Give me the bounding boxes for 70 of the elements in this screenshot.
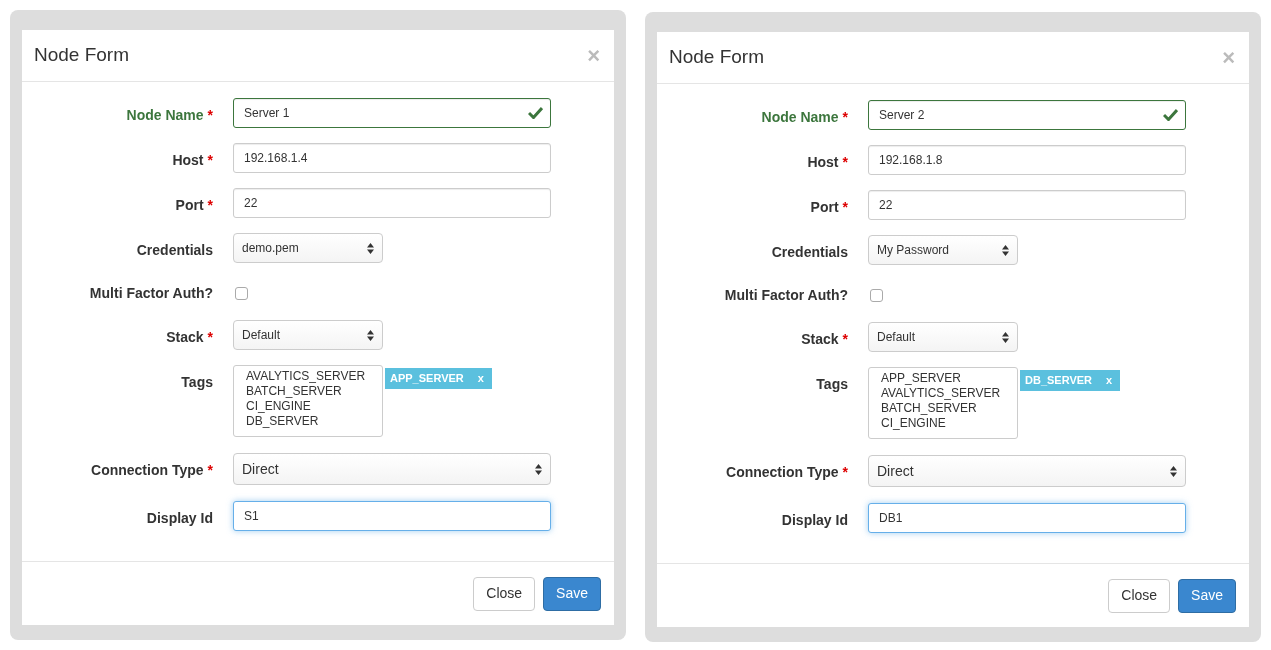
checkmark-icon bbox=[528, 106, 543, 119]
sort-arrows-icon bbox=[1002, 244, 1009, 256]
list-option[interactable]: CI_ENGINE bbox=[246, 399, 382, 414]
field-label: Host bbox=[807, 154, 839, 170]
sort-arrows-icon bbox=[1002, 331, 1009, 343]
required-mark: * bbox=[207, 462, 213, 478]
modal-title: Node Form bbox=[34, 44, 130, 67]
input-field[interactable]: S1 bbox=[233, 501, 551, 531]
required-mark: * bbox=[207, 197, 213, 213]
input-field[interactable]: 192.168.1.8 bbox=[868, 145, 1186, 175]
sort-arrows-icon bbox=[1170, 465, 1177, 477]
required-mark: * bbox=[207, 329, 213, 345]
required-mark: * bbox=[842, 199, 848, 215]
field-label: Node Name bbox=[126, 107, 204, 123]
input-field[interactable]: 192.168.1.4 bbox=[233, 143, 551, 173]
field-label: Multi Factor Auth? bbox=[89, 285, 213, 301]
dropdown[interactable]: Default bbox=[868, 322, 1018, 352]
sort-arrows-icon bbox=[367, 329, 374, 341]
sort-arrows-icon bbox=[535, 463, 542, 475]
dropdown[interactable]: Default bbox=[233, 320, 383, 350]
save-button[interactable]: Save bbox=[543, 576, 601, 611]
list-option[interactable]: AVALYTICS_SERVER bbox=[246, 369, 382, 384]
required-mark: * bbox=[842, 331, 848, 347]
field-label: Connection Type bbox=[91, 462, 204, 478]
required-mark: * bbox=[842, 109, 848, 125]
required-mark: * bbox=[207, 107, 213, 123]
checkbox[interactable] bbox=[235, 287, 248, 300]
sort-arrows-icon bbox=[367, 242, 374, 254]
required-mark: * bbox=[207, 152, 213, 168]
field-label: Port bbox=[810, 199, 839, 215]
field-label: Credentials bbox=[136, 242, 213, 258]
close-button[interactable]: Close bbox=[473, 576, 536, 611]
input-field[interactable]: Server 2 bbox=[868, 100, 1186, 130]
list-box[interactable]: APP_SERVER AVALYTICS_SERVER BATCH_SERVER CI_ENGINE bbox=[868, 367, 1018, 439]
field-label: Multi Factor Auth? bbox=[724, 287, 848, 303]
list-option[interactable]: DB_SERVER bbox=[246, 414, 382, 429]
required-mark: * bbox=[842, 464, 848, 480]
dropdown[interactable]: demo.pem bbox=[233, 233, 383, 263]
required-mark: * bbox=[842, 154, 848, 170]
field-label: Stack bbox=[166, 329, 204, 345]
dropdown[interactable]: Direct bbox=[233, 453, 551, 485]
save-button[interactable]: Save bbox=[1178, 578, 1236, 613]
field-label: Display Id bbox=[146, 510, 213, 526]
input-field[interactable]: DB1 bbox=[868, 503, 1186, 533]
modal-title: Node Form bbox=[669, 46, 765, 69]
field-label: Stack bbox=[801, 331, 839, 347]
field-label: Tags bbox=[816, 376, 848, 392]
field-label: Port bbox=[175, 197, 204, 213]
field-label: Connection Type bbox=[726, 464, 839, 480]
checkmark-icon bbox=[1163, 108, 1178, 121]
list-option[interactable]: APP_SERVER bbox=[881, 371, 1017, 386]
field-label: Node Name bbox=[761, 109, 839, 125]
input-field[interactable]: 22 bbox=[868, 190, 1186, 220]
input-field[interactable]: 22 bbox=[233, 188, 551, 218]
close-button[interactable]: Close bbox=[1108, 578, 1171, 613]
tag-label: APP_SERVER bbox=[390, 371, 464, 386]
field-label: Host bbox=[172, 152, 204, 168]
list-option[interactable]: BATCH_SERVER bbox=[246, 384, 382, 399]
tag-label: DB_SERVER bbox=[1025, 373, 1093, 388]
list-box[interactable]: AVALYTICS_SERVER BATCH_SERVER CI_ENGINE DB_SERVER bbox=[233, 365, 383, 437]
list-option[interactable]: AVALYTICS_SERVER bbox=[881, 386, 1017, 401]
checkbox[interactable] bbox=[870, 289, 883, 302]
list-option[interactable]: CI_ENGINE bbox=[881, 416, 1017, 431]
list-option[interactable]: BATCH_SERVER bbox=[881, 401, 1017, 416]
field-label: Tags bbox=[181, 374, 213, 390]
field-label: Credentials bbox=[771, 244, 848, 260]
dropdown[interactable]: My Password bbox=[868, 235, 1018, 265]
input-field[interactable]: Server 1 bbox=[233, 98, 551, 128]
field-label: Display Id bbox=[781, 512, 848, 528]
dropdown[interactable]: Direct bbox=[868, 455, 1186, 487]
